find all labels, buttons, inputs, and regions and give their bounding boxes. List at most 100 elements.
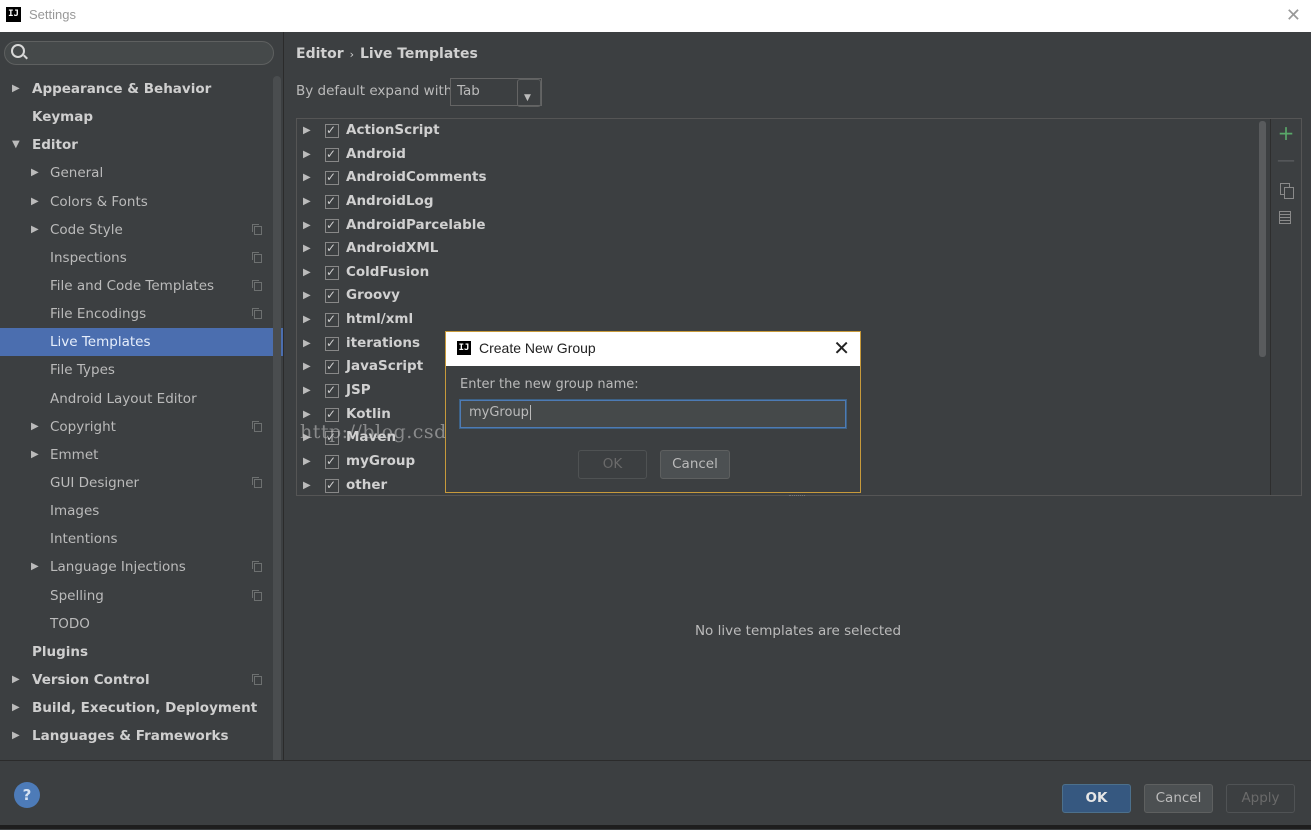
collapsed-arrow-icon[interactable]: ▶	[303, 190, 311, 213]
collapsed-arrow-icon[interactable]: ▶	[303, 166, 311, 189]
group-enabled-checkbox[interactable]	[325, 143, 339, 166]
sidebar-item-label: Appearance & Behavior	[32, 81, 212, 97]
collapsed-arrow-icon[interactable]: ▶	[31, 188, 39, 216]
collapsed-arrow-icon[interactable]: ▶	[303, 332, 311, 355]
settings-sidebar: ▶ Appearance & Behavior Keymap ▼ Editor ▶ Gene…	[0, 32, 283, 766]
group-enabled-checkbox[interactable]	[325, 450, 339, 473]
settings-search-input[interactable]	[4, 41, 274, 65]
collapsed-arrow-icon[interactable]: ▶	[303, 355, 311, 378]
group-enabled-checkbox[interactable]	[325, 166, 339, 189]
sidebar-item[interactable]: Images	[0, 497, 283, 525]
sidebar-item-label: Keymap	[32, 109, 94, 126]
template-group-row[interactable]: ▶ AndroidXML	[297, 237, 1257, 261]
collapsed-arrow-icon[interactable]: ▶	[31, 216, 39, 244]
template-group-row[interactable]: ▶ Android	[297, 143, 1257, 167]
sidebar-item[interactable]: ▶ Languages & Frameworks	[0, 722, 283, 750]
sidebar-item-label: Copyright	[50, 418, 116, 435]
sidebar-item[interactable]: TODO	[0, 610, 283, 638]
sidebar-item[interactable]: ▶ Copyright	[0, 413, 283, 441]
group-enabled-checkbox[interactable]	[325, 403, 339, 426]
sidebar-item[interactable]: ▶ Version Control	[0, 666, 283, 694]
sidebar-item[interactable]: ▶ Build, Execution, Deployment	[0, 694, 283, 722]
collapsed-arrow-icon[interactable]: ▶	[31, 441, 39, 469]
template-group-row[interactable]: ▶ Groovy	[297, 284, 1257, 308]
sidebar-item[interactable]: Keymap	[0, 103, 283, 131]
collapsed-arrow-icon[interactable]: ▶	[12, 694, 20, 722]
sidebar-item[interactable]: ▶ Appearance & Behavior	[0, 75, 283, 103]
expanded-arrow-icon[interactable]: ▼	[12, 131, 20, 159]
collapsed-arrow-icon[interactable]: ▶	[303, 379, 311, 402]
sidebar-item[interactable]: ▶ General	[0, 159, 283, 187]
remove-icon[interactable]: —	[1271, 149, 1301, 173]
sidebar-item[interactable]: Plugins	[0, 638, 283, 666]
template-group-row[interactable]: ▶ AndroidParcelable	[297, 214, 1257, 238]
sidebar-scrollbar[interactable]	[273, 76, 281, 766]
group-enabled-checkbox[interactable]	[325, 261, 339, 284]
collapsed-arrow-icon[interactable]: ▶	[303, 261, 311, 284]
apply-button[interactable]: Apply	[1226, 784, 1295, 813]
splitter-handle[interactable]	[789, 495, 805, 498]
collapsed-arrow-icon[interactable]: ▶	[303, 237, 311, 260]
cancel-button[interactable]: Cancel	[1144, 784, 1213, 813]
sidebar-item[interactable]: File Types	[0, 356, 283, 384]
collapsed-arrow-icon[interactable]: ▶	[31, 413, 39, 441]
dialog-cancel-button[interactable]: Cancel	[660, 450, 730, 479]
collapsed-arrow-icon[interactable]: ▶	[12, 75, 20, 103]
collapsed-arrow-icon[interactable]: ▶	[303, 450, 311, 473]
template-group-name: other	[346, 476, 388, 493]
collapsed-arrow-icon[interactable]: ▶	[303, 284, 311, 307]
sidebar-item[interactable]: GUI Designer	[0, 469, 283, 497]
group-enabled-checkbox[interactable]	[325, 379, 339, 402]
sidebar-item[interactable]: ▶ Language Injections	[0, 553, 283, 581]
group-enabled-checkbox[interactable]	[325, 355, 339, 378]
templates-scrollbar[interactable]	[1259, 121, 1266, 357]
group-name-input[interactable]: myGroup	[460, 400, 846, 428]
collapsed-arrow-icon[interactable]: ▶	[31, 159, 39, 187]
sidebar-item[interactable]: Spelling	[0, 582, 283, 610]
group-enabled-checkbox[interactable]	[325, 308, 339, 331]
template-group-row[interactable]: ▶ AndroidLog	[297, 190, 1257, 214]
sidebar-item[interactable]: File and Code Templates	[0, 272, 283, 300]
sidebar-item[interactable]: ▶ Code Style	[0, 216, 283, 244]
group-enabled-checkbox[interactable]	[325, 284, 339, 307]
template-group-row[interactable]: ▶ ActionScript	[297, 119, 1257, 143]
chevron-down-icon[interactable]	[517, 79, 541, 111]
collapsed-arrow-icon[interactable]: ▶	[12, 722, 20, 750]
collapsed-arrow-icon[interactable]: ▶	[303, 214, 311, 237]
breadcrumb-separator-icon: ›	[349, 48, 355, 61]
sidebar-item-label: Live Templates	[50, 334, 151, 351]
template-group-row[interactable]: ▶ ColdFusion	[297, 261, 1257, 285]
group-enabled-checkbox[interactable]	[325, 214, 339, 237]
template-group-row[interactable]: ▶ AndroidComments	[297, 166, 1257, 190]
collapsed-arrow-icon[interactable]: ▶	[12, 666, 20, 694]
sidebar-item[interactable]: Android Layout Editor	[0, 385, 283, 413]
sidebar-item[interactable]: Intentions	[0, 525, 283, 553]
ok-button[interactable]: OK	[1062, 784, 1131, 813]
group-enabled-checkbox[interactable]	[325, 190, 339, 213]
window-bottom-edge	[0, 825, 1311, 829]
expand-with-select[interactable]: Tab	[450, 78, 542, 111]
collapsed-arrow-icon[interactable]: ▶	[303, 119, 311, 142]
sidebar-item[interactable]: File Encodings	[0, 300, 283, 328]
sidebar-item[interactable]: ▶ Colors & Fonts	[0, 188, 283, 216]
template-group-row[interactable]: ▶ html/xml	[297, 308, 1257, 332]
sidebar-item[interactable]: ▼ Editor	[0, 131, 283, 159]
dialog-close-icon[interactable]: ✕	[833, 336, 850, 360]
group-enabled-checkbox[interactable]	[325, 332, 339, 355]
copy-icon[interactable]	[1271, 177, 1301, 201]
collapsed-arrow-icon[interactable]: ▶	[31, 553, 39, 581]
group-enabled-checkbox[interactable]	[325, 237, 339, 260]
sidebar-item[interactable]: Inspections	[0, 244, 283, 272]
group-enabled-checkbox[interactable]	[325, 119, 339, 142]
collapsed-arrow-icon[interactable]: ▶	[303, 143, 311, 166]
collapsed-arrow-icon[interactable]: ▶	[303, 308, 311, 331]
sidebar-item[interactable]: ▶ Emmet	[0, 441, 283, 469]
window-close-icon[interactable]: ✕	[1286, 5, 1301, 26]
group-enabled-checkbox[interactable]	[325, 474, 339, 497]
help-icon[interactable]: ?	[14, 782, 40, 808]
add-icon[interactable]: +	[1271, 121, 1301, 145]
dialog-ok-button[interactable]: OK	[578, 450, 647, 479]
collapsed-arrow-icon[interactable]: ▶	[303, 474, 311, 497]
sidebar-item[interactable]: Live Templates	[0, 328, 283, 357]
edit-template-icon[interactable]	[1271, 205, 1301, 229]
